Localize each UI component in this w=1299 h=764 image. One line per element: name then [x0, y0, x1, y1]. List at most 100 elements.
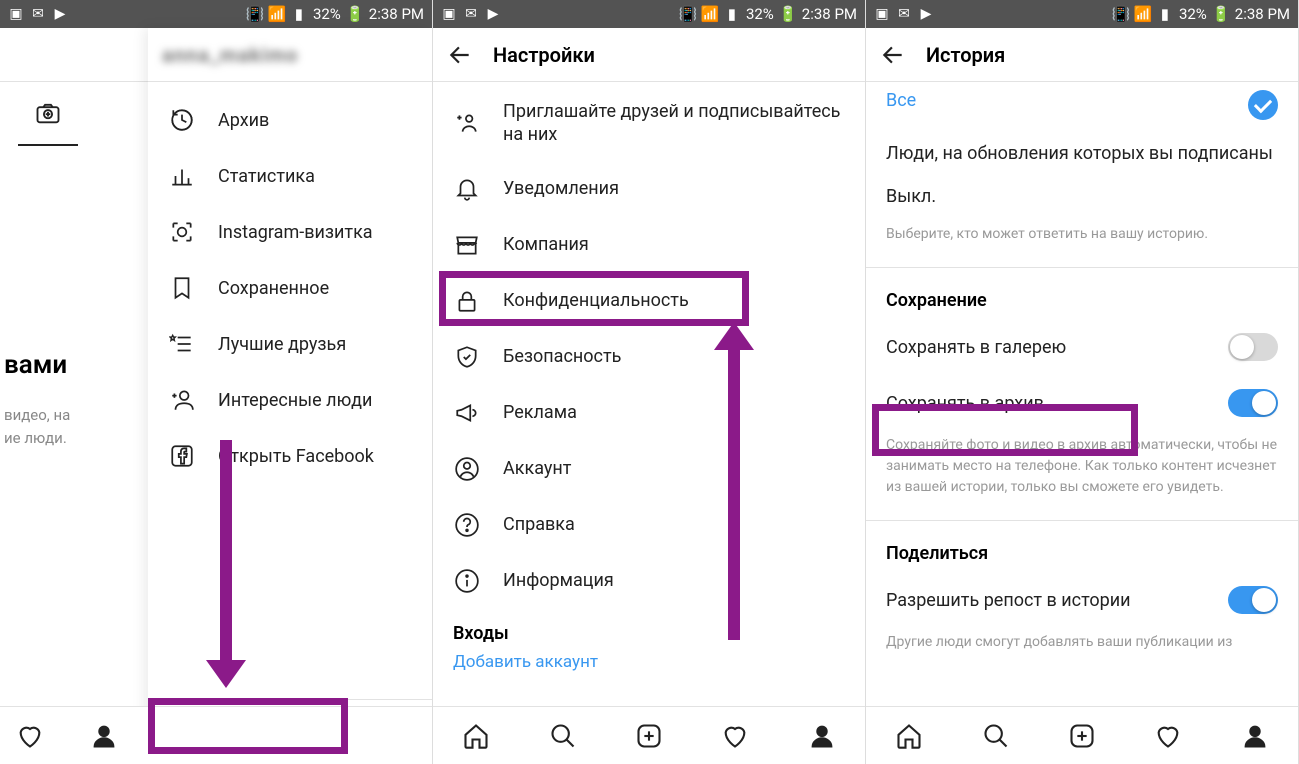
invite-icon	[453, 109, 481, 137]
menu-label: Лучшие друзья	[218, 334, 346, 355]
menu-label: Безопасность	[503, 346, 621, 367]
add-post-icon[interactable]	[1067, 721, 1097, 751]
menu-label: Интересные люди	[218, 390, 372, 411]
play-icon: ▶	[485, 6, 501, 22]
battery-text: 32%	[313, 5, 341, 23]
mail-icon: ✉	[30, 6, 46, 22]
menu-item-nametag[interactable]: Instagram-визитка	[148, 204, 432, 260]
option-all-label: Все	[886, 90, 916, 111]
vibrate-icon: 📳	[680, 6, 696, 22]
settings-item-ads[interactable]: Реклама	[433, 385, 865, 441]
save-archive-row[interactable]: Сохранять в архив	[866, 375, 1298, 431]
settings-item-privacy[interactable]: Конфиденциальность	[433, 273, 865, 329]
signal-icon: ▮	[291, 6, 307, 22]
option-all-row[interactable]: Все	[866, 86, 1298, 130]
bottom-tab-bar	[433, 706, 865, 764]
save-archive-toggle[interactable]	[1228, 389, 1278, 417]
status-bar: ▣ ✉ ▶ 📳 📶 ▮ 32% 🔋 2:38 PM	[866, 0, 1298, 28]
facebook-icon	[168, 442, 196, 470]
battery-text: 32%	[1179, 5, 1207, 23]
megaphone-icon	[453, 399, 481, 427]
battery-icon: 🔋	[1213, 6, 1229, 22]
profile-icon[interactable]	[807, 721, 837, 751]
menu-label: Статистика	[218, 166, 315, 187]
option-off-label[interactable]: Выкл.	[866, 177, 1298, 220]
bottom-nav-fragment	[0, 706, 432, 764]
lock-icon	[453, 287, 481, 315]
profile-icon[interactable]	[1240, 721, 1270, 751]
heart-icon[interactable]	[0, 721, 60, 751]
menu-label: Сохраненное	[218, 278, 329, 299]
allow-repost-row[interactable]: Разрешить репост в истории	[866, 572, 1298, 628]
home-icon[interactable]	[894, 721, 924, 751]
page-title: История	[926, 43, 1005, 67]
repost-hint-text: Другие люди смогут добавлять ваши публик…	[866, 628, 1298, 657]
menu-item-discover[interactable]: Интересные люди	[148, 372, 432, 428]
menu-label: Справка	[503, 514, 575, 535]
divider	[866, 267, 1298, 268]
bell-icon	[453, 175, 481, 203]
menu-item-archive[interactable]: Архив	[148, 92, 432, 148]
settings-item-business[interactable]: Компания	[433, 217, 865, 273]
picture-icon: ▣	[874, 6, 890, 22]
bottom-tab-bar	[866, 706, 1298, 764]
search-icon[interactable]	[548, 721, 578, 751]
menu-label: Компания	[503, 234, 589, 255]
save-section-title: Сохранение	[866, 274, 1298, 319]
save-gallery-row[interactable]: Сохранять в галерею	[866, 319, 1298, 375]
menu-label: Уведомления	[503, 178, 619, 199]
settings-item-security[interactable]: Безопасность	[433, 329, 865, 385]
signal-icon: ▮	[724, 6, 740, 22]
bookmark-icon	[168, 274, 196, 302]
back-arrow-icon[interactable]	[447, 42, 473, 68]
menu-label: Информация	[503, 570, 614, 591]
small-fragment-text: видео, на ие люди.	[0, 404, 70, 449]
stats-icon	[168, 162, 196, 190]
search-icon[interactable]	[981, 721, 1011, 751]
menu-item-facebook[interactable]: Открыть Facebook	[148, 428, 432, 484]
menu-label: Аккаунт	[503, 458, 571, 479]
back-arrow-icon[interactable]	[880, 42, 906, 68]
menu-item-stats[interactable]: Статистика	[148, 148, 432, 204]
shield-icon	[453, 343, 481, 371]
settings-item-notifications[interactable]: Уведомления	[433, 161, 865, 217]
add-account-link[interactable]: Добавить аккаунт	[433, 652, 865, 682]
shop-icon	[453, 231, 481, 259]
settings-item-help[interactable]: Справка	[433, 497, 865, 553]
play-icon: ▶	[52, 6, 68, 22]
story-header: История	[866, 28, 1298, 82]
list-star-icon	[168, 330, 196, 358]
share-section-title: Поделиться	[866, 527, 1298, 572]
allow-repost-toggle[interactable]	[1228, 586, 1278, 614]
battery-text: 32%	[746, 5, 774, 23]
hamburger-icon[interactable]	[102, 42, 128, 68]
status-bar: ▣ ✉ ▶ 📳 📶 ▮ 32% 🔋 2:38 PM	[0, 0, 432, 28]
battery-icon: 🔋	[780, 6, 796, 22]
heart-icon[interactable]	[720, 721, 750, 751]
menu-label: Реклама	[503, 402, 577, 423]
add-photo-tab[interactable]	[18, 82, 78, 146]
check-icon	[1248, 90, 1278, 120]
large-fragment-text: вами	[0, 350, 67, 380]
menu-item-close-friends[interactable]: Лучшие друзья	[148, 316, 432, 372]
menu-label: Приглашайте друзей и подписывайтесь на н…	[503, 100, 845, 147]
picture-icon: ▣	[441, 6, 457, 22]
menu-item-saved[interactable]: Сохраненное	[148, 260, 432, 316]
settings-item-invite[interactable]: Приглашайте друзей и подписывайтесь на н…	[433, 86, 865, 161]
home-icon[interactable]	[461, 721, 491, 751]
option-followed-label[interactable]: Люди, на обновления которых вы подписаны	[866, 130, 1298, 177]
vibrate-icon: 📳	[1113, 6, 1129, 22]
profile-icon[interactable]	[60, 721, 148, 751]
vibrate-icon: 📳	[247, 6, 263, 22]
settings-item-account[interactable]: Аккаунт	[433, 441, 865, 497]
settings-item-info[interactable]: Информация	[433, 553, 865, 609]
save-gallery-toggle[interactable]	[1228, 333, 1278, 361]
wifi-icon: 📶	[702, 6, 718, 22]
add-post-icon[interactable]	[634, 721, 664, 751]
menu-label: Архив	[218, 110, 269, 131]
time-text: 2:38 PM	[1235, 5, 1290, 23]
picture-icon: ▣	[8, 6, 24, 22]
username-header: anna_makimo	[162, 43, 298, 67]
account-icon	[453, 455, 481, 483]
heart-icon[interactable]	[1153, 721, 1183, 751]
